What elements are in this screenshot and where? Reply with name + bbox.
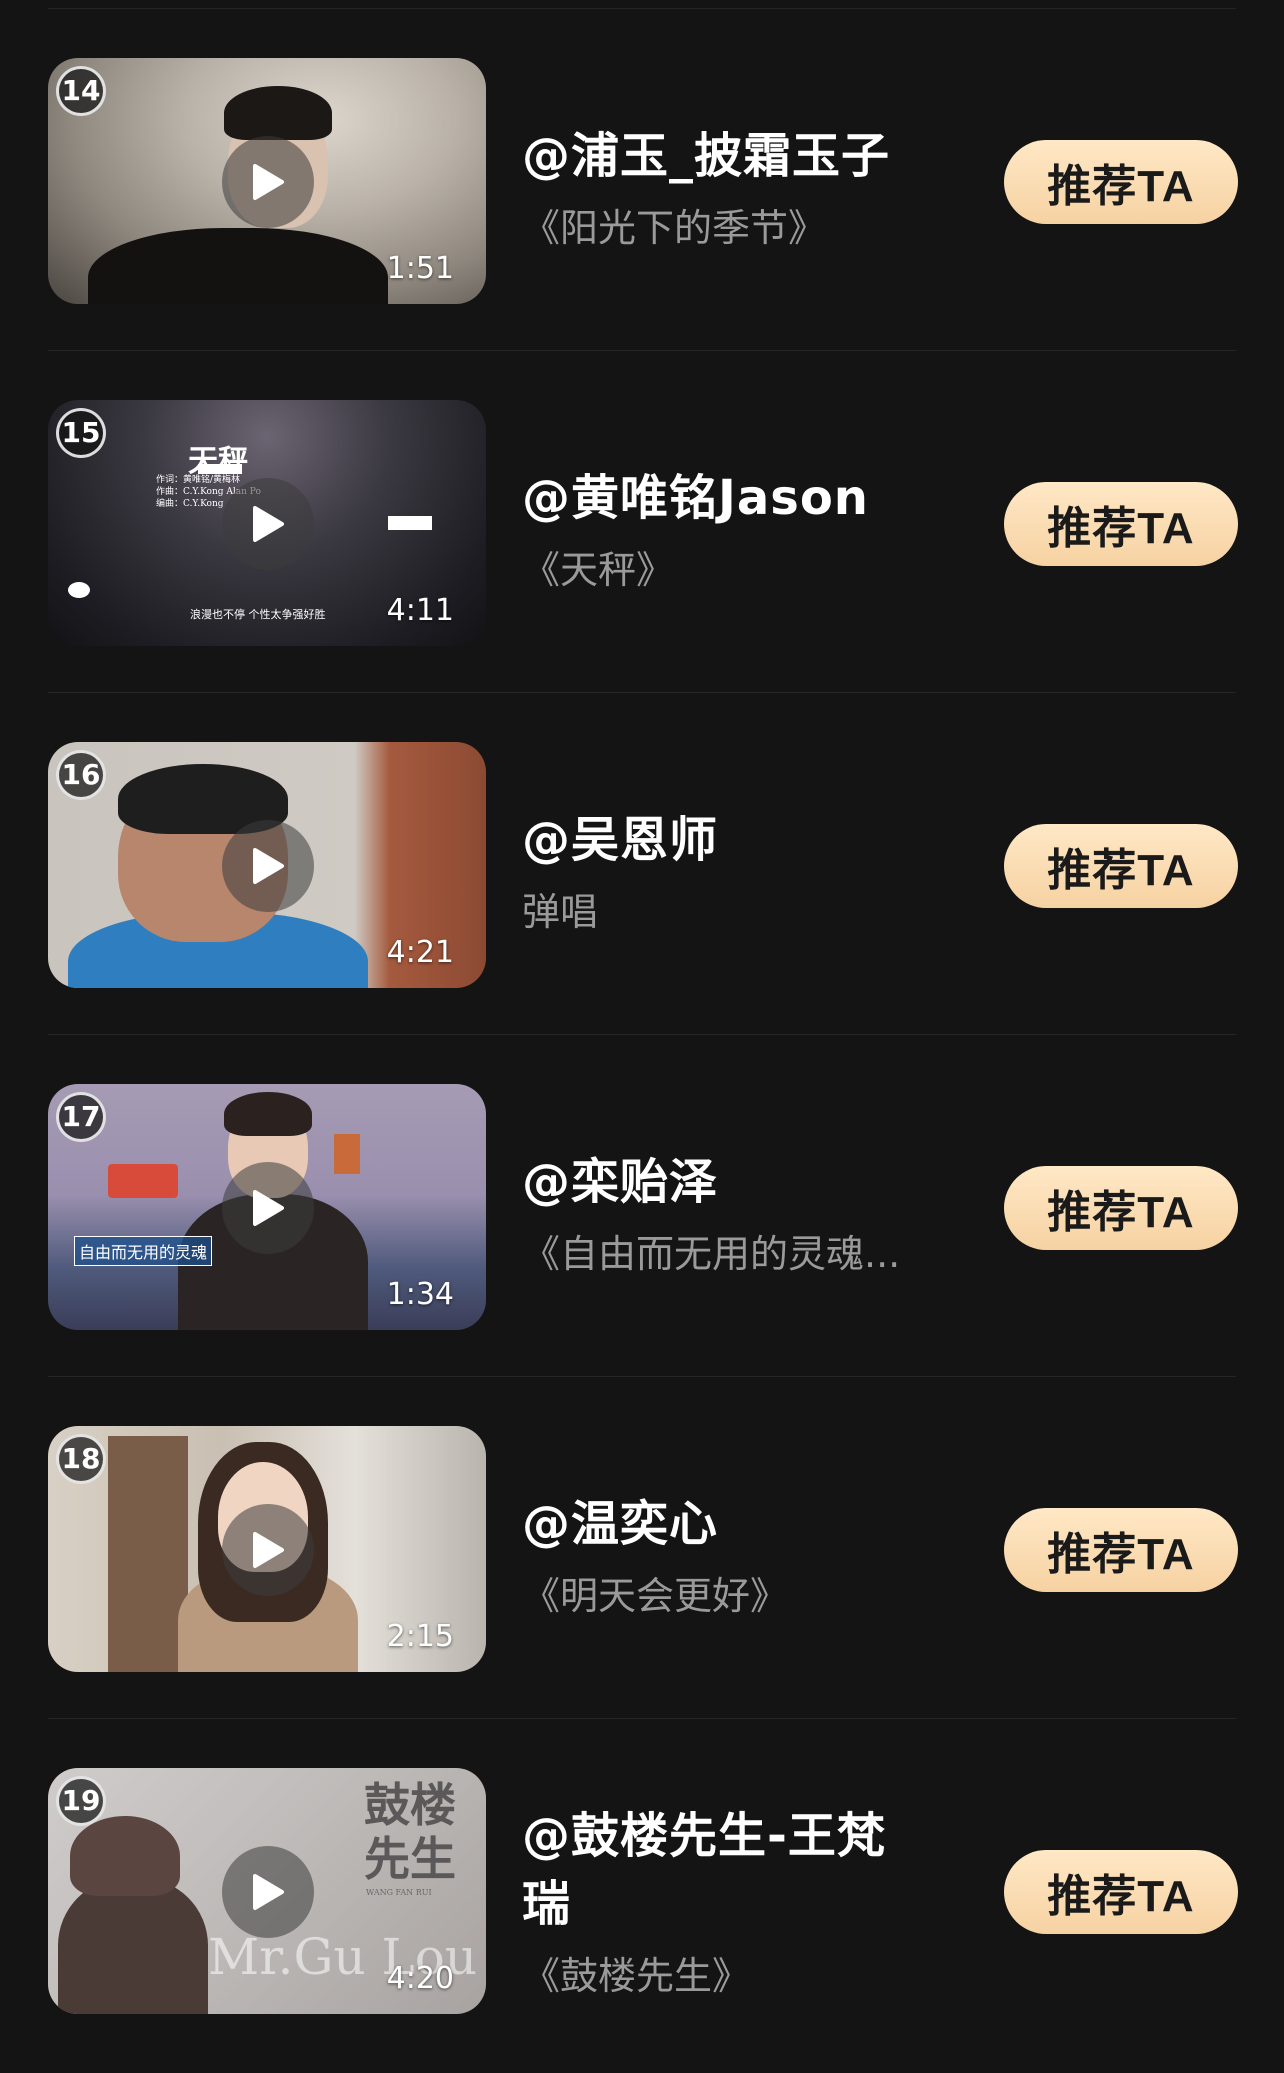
thumbnail-hair (224, 1092, 312, 1136)
play-icon[interactable] (222, 820, 314, 912)
item-info: @温奕心 《明天会更好》 (522, 1490, 922, 1624)
video-duration: 1:51 (386, 251, 454, 286)
song-title: 《天秤》 (522, 548, 675, 592)
video-duration: 4:11 (386, 593, 454, 628)
thumbnail-door (108, 1436, 188, 1672)
rank-badge: 19 (56, 1776, 106, 1826)
play-icon[interactable] (222, 1162, 314, 1254)
stage-light (68, 582, 90, 598)
list-item[interactable]: 16 4:21 @吴恩师 弹唱 推荐TA (0, 684, 1284, 1035)
video-thumbnail[interactable]: 18 2:15 (48, 1426, 486, 1672)
user-name[interactable]: @栾贻泽 (522, 1148, 922, 1216)
play-icon[interactable] (222, 136, 314, 228)
overlay-lyric: 浪漫也不停 个性太争强好胜 (190, 608, 326, 621)
item-info: @浦玉_披霜玉子 《阳光下的季节》 (522, 122, 922, 256)
recommend-button[interactable]: 推荐TA (1004, 824, 1238, 908)
user-name[interactable]: @吴恩师 (522, 806, 922, 874)
thumbnail-figure (58, 1878, 208, 2014)
recommend-button[interactable]: 推荐TA (1004, 1508, 1238, 1592)
item-info: @鼓楼先生-王梵瑞 《鼓楼先生》 (522, 1802, 922, 2004)
rank-badge: 17 (56, 1092, 106, 1142)
recommend-button[interactable]: 推荐TA (1004, 140, 1238, 224)
video-thumbnail[interactable]: 天秤 作词：黄唯铭/黄梅林 作曲：C.Y.Kong Alan Po 编曲：C.Y… (48, 400, 486, 646)
video-thumbnail[interactable]: 鼓楼 先生 WANG FAN RUI Mr.Gu Lou 19 4:20 (48, 1768, 486, 2014)
overlay-banner: 自由而无用的灵魂 (74, 1236, 213, 1266)
recommend-button[interactable]: 推荐TA (1004, 1850, 1238, 1934)
item-info: @栾贻泽 《自由而无用的灵魂... (522, 1148, 922, 1282)
recommend-button[interactable]: 推荐TA (1004, 482, 1238, 566)
list-item[interactable]: 自由而无用的灵魂 17 1:34 @栾贻泽 《自由而无用的灵魂... 推荐TA (0, 1026, 1284, 1377)
thumbnail-prop (108, 1164, 178, 1198)
song-title: 《阳光下的季节》 (522, 206, 827, 250)
rank-badge: 18 (56, 1434, 106, 1484)
list-item[interactable]: 鼓楼 先生 WANG FAN RUI Mr.Gu Lou 19 4:20 @鼓楼… (0, 1710, 1284, 2051)
user-name[interactable]: @鼓楼先生-王梵瑞 (522, 1802, 912, 1938)
recommend-button[interactable]: 推荐TA (1004, 1166, 1238, 1250)
video-duration: 4:21 (386, 935, 454, 970)
overlay-small-text: WANG FAN RUI (366, 1888, 432, 1897)
song-title: 《明天会更好》 (522, 1574, 789, 1618)
video-duration: 2:15 (386, 1619, 454, 1654)
play-icon[interactable] (222, 1846, 314, 1938)
song-title: 弹唱 (522, 890, 599, 934)
user-name[interactable]: @浦玉_披霜玉子 (522, 122, 922, 190)
play-icon[interactable] (222, 1504, 314, 1596)
list-item[interactable]: 14 1:51 @浦玉_披霜玉子 《阳光下的季节》 推荐TA (0, 0, 1284, 351)
list-item[interactable]: 天秤 作词：黄唯铭/黄梅林 作曲：C.Y.Kong Alan Po 编曲：C.Y… (0, 342, 1284, 693)
thumbnail-prop (334, 1134, 360, 1174)
play-icon[interactable] (222, 478, 314, 570)
user-name[interactable]: @温奕心 (522, 1490, 922, 1558)
rank-badge: 16 (56, 750, 106, 800)
thumbnail-figure (88, 228, 388, 304)
thumbnail-hair (224, 86, 332, 140)
thumbnail-hat (70, 1816, 180, 1896)
user-name[interactable]: @黄唯铭Jason (522, 464, 922, 532)
video-thumbnail[interactable]: 14 1:51 (48, 58, 486, 304)
video-duration: 4:20 (386, 1961, 454, 1996)
overlay-title: 鼓楼 先生 (364, 1778, 456, 1886)
video-thumbnail[interactable]: 自由而无用的灵魂 17 1:34 (48, 1084, 486, 1330)
stage-light (388, 516, 432, 530)
song-title: 《鼓楼先生》 (522, 1954, 751, 1998)
rank-badge: 15 (56, 408, 106, 458)
video-duration: 1:34 (386, 1277, 454, 1312)
item-info: @黄唯铭Jason 《天秤》 (522, 464, 922, 598)
item-info: @吴恩师 弹唱 (522, 806, 922, 940)
list-item[interactable]: 18 2:15 @温奕心 《明天会更好》 推荐TA (0, 1368, 1284, 1719)
rank-badge: 14 (56, 66, 106, 116)
video-thumbnail[interactable]: 16 4:21 (48, 742, 486, 988)
song-title: 《自由而无用的灵魂... (522, 1232, 901, 1276)
